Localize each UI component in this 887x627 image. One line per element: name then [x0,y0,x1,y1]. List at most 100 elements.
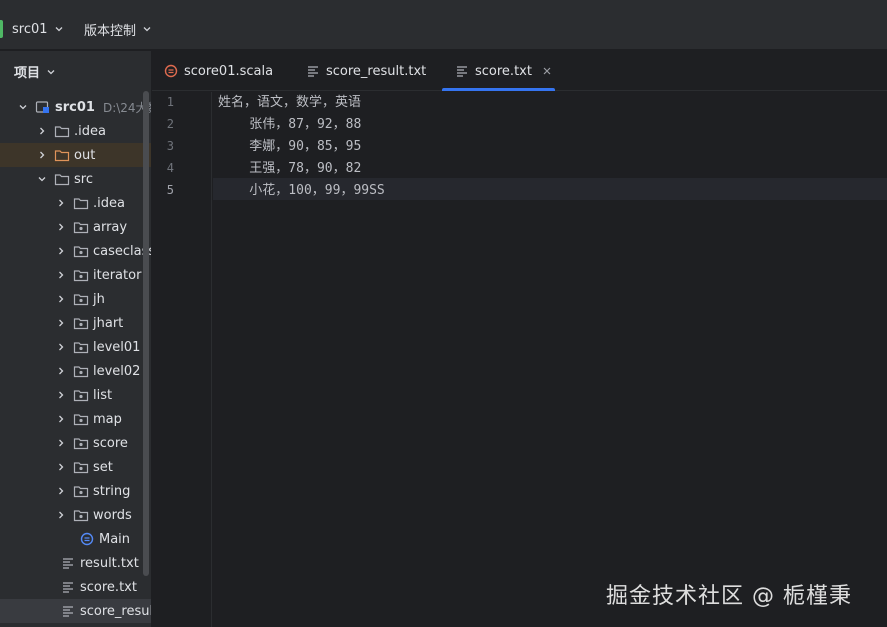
package-icon [73,460,89,474]
chevron-right-icon[interactable] [55,461,67,473]
tab-score-txt[interactable]: score.txt [442,51,555,91]
chevron-right-icon[interactable] [55,317,67,329]
text-file-icon [457,66,467,77]
tree-item-label: list [93,387,113,403]
chevron-right-icon[interactable] [36,149,48,161]
tree-item-label: Main [99,531,131,547]
line-number: 4 [166,161,174,175]
package-icon [73,268,89,282]
package-icon [73,244,89,258]
tree-item-idea[interactable]: .idea [0,119,151,143]
project-panel-title: 项目 [14,66,41,81]
package-icon [73,220,89,234]
tab-label: score.txt [475,63,532,79]
tree-item-iterator[interactable]: iterator [0,263,151,287]
tree-item-idea[interactable]: .idea [0,191,151,215]
package-icon [73,412,89,426]
tree-item-label: jh [93,291,105,307]
code-editor[interactable]: 姓名，语文，数学，英语 张伟，87，92，88 李娜，90，85，95 王强，7… [213,92,887,627]
package-icon [73,364,89,378]
tree-item-label: iterator [93,267,142,283]
tab-label: score01.scala [184,63,274,79]
editor-area: score01.scala score_result.txt score.txt… [152,51,887,627]
tree-item-jh[interactable]: jh [0,287,151,311]
chevron-right-icon[interactable] [55,485,67,497]
scala-object-icon [79,532,95,546]
chevron-down-icon [143,27,151,32]
tree-item-score-result-t[interactable]: score_result.t [0,599,151,623]
vcs-label: 版本控制 [84,23,137,39]
project-switcher[interactable]: src01 [6,15,70,43]
tree-item-level02[interactable]: level02 [0,359,151,383]
title-bar: src01 版本控制 [0,0,887,50]
chevron-down-icon[interactable] [17,101,29,113]
tree-item-set[interactable]: set [0,455,151,479]
tab-score-result-txt[interactable]: score_result.txt [306,51,426,91]
chevron-down-icon [47,69,55,74]
editor-tabs: score01.scala score_result.txt score.txt [152,51,887,91]
tree-item-label: result.txt [80,555,139,571]
tree-item-src[interactable]: src [0,167,151,191]
text-file-icon [308,66,318,77]
tree-item-main[interactable]: Main [0,527,151,551]
tree-item-label: .idea [74,123,106,139]
tree-item-label: src [74,171,93,187]
chevron-right-icon[interactable] [55,509,67,521]
tree-item-label: score_result.t [80,603,151,619]
package-icon [73,484,89,498]
tree-item-label: string [93,483,131,499]
tree-item-words[interactable]: words [0,503,151,527]
vcs-menu[interactable]: 版本控制 [78,15,158,43]
tree-item-caseclass[interactable]: caseclass [0,239,151,263]
chevron-right-icon[interactable] [55,437,67,449]
project-panel: 项目 src01D:\24大数.ideaoutsrc.ideaarraycase… [0,51,151,627]
tree-item-result-txt[interactable]: result.txt [0,551,151,575]
chevron-down-icon [55,27,62,32]
text-file-icon [60,604,76,618]
package-icon [73,340,89,354]
tree-item-list[interactable]: list [0,383,151,407]
tree-item-label: .idea [93,195,125,211]
chevron-right-icon[interactable] [55,221,67,233]
tree-item-src01[interactable]: src01D:\24大数 [0,95,151,119]
chevron-right-icon[interactable] [55,269,67,281]
package-icon [73,436,89,450]
tree-item-out[interactable]: out [0,143,151,167]
project-name: src01 [12,21,48,37]
chevron-right-icon[interactable] [55,197,67,209]
chevron-right-icon[interactable] [55,365,67,377]
tab-score01-scala[interactable]: score01.scala [164,51,273,91]
text-file-icon [60,556,76,570]
code-line[interactable]: 李娜，90，85，95 [218,136,361,158]
chevron-right-icon[interactable] [55,245,67,257]
project-panel-header[interactable]: 项目 [14,62,56,81]
project-tree-scrollbar[interactable] [143,91,149,576]
tree-item-score[interactable]: score [0,431,151,455]
line-number: 3 [166,139,174,153]
tree-item-label: level01 [93,339,141,355]
chevron-down-icon[interactable] [36,173,48,185]
chevron-right-icon[interactable] [36,125,48,137]
code-line[interactable]: 张伟，87，92，88 [218,114,361,136]
package-icon [73,316,89,330]
tree-item-jhart[interactable]: jhart [0,311,151,335]
tree-item-level01[interactable]: level01 [0,335,151,359]
tree-item-label: score [93,435,128,451]
folder-icon [54,172,70,186]
code-line[interactable]: 王强，78，90，82 [218,158,361,180]
code-line[interactable]: 姓名，语文，数学，英语 [218,92,361,114]
code-line[interactable]: 小花，100，99，99SS [218,180,384,202]
tree-item-string[interactable]: string [0,479,151,503]
tree-item-score-txt[interactable]: score.txt [0,575,151,599]
package-icon [73,388,89,402]
project-color-accent [0,20,3,38]
tab-label: score_result.txt [326,63,427,79]
tree-item-map[interactable]: map [0,407,151,431]
chevron-right-icon[interactable] [55,293,67,305]
chevron-right-icon[interactable] [55,341,67,353]
chevron-right-icon[interactable] [55,389,67,401]
chevron-right-icon[interactable] [55,413,67,425]
close-icon[interactable] [542,66,552,76]
project-tree: src01D:\24大数.ideaoutsrc.ideaarraycasecla… [0,95,151,623]
tree-item-array[interactable]: array [0,215,151,239]
